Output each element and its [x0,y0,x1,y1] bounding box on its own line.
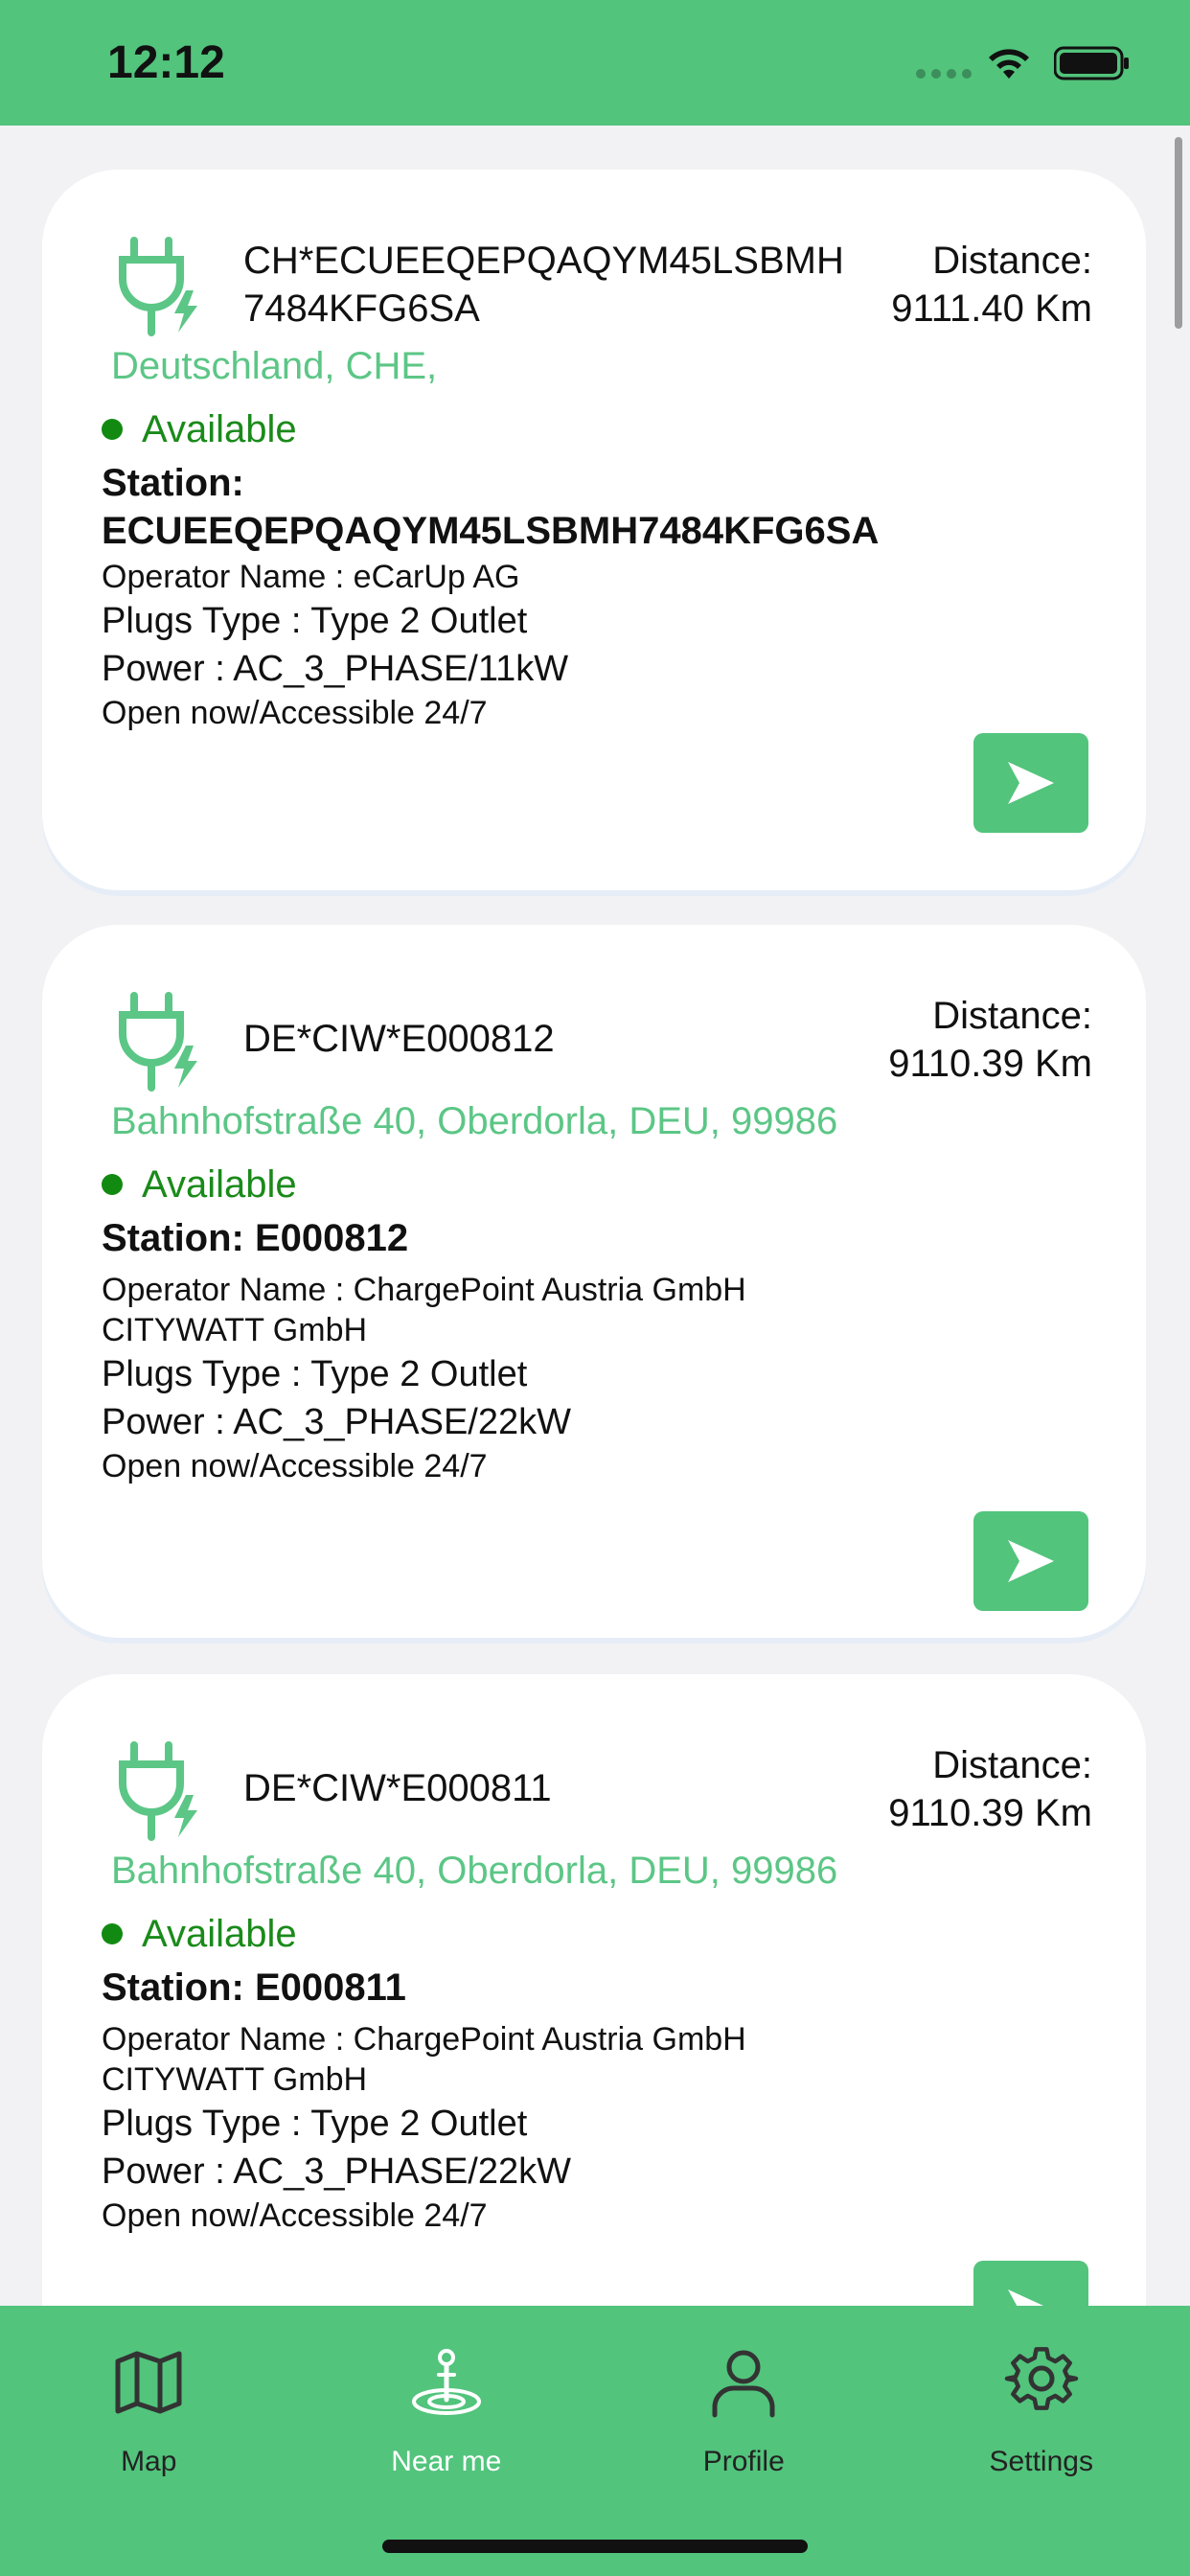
station-details: Operator Name : eCarUp AG Plugs Type : T… [102,557,1060,733]
station-id: CH*ECUEEQEPQAQYM45LSBMH 7484KFG6SA [243,240,844,330]
status-dot-icon [102,1923,123,1944]
station-card[interactable]: CH*ECUEEQEPQAQYM45LSBMH 7484KFG6SA Dista… [42,170,1146,890]
station-details: Operator Name : ChargePoint Austria GmbH… [102,2019,1060,2236]
station-address: Deutschland, CHE, [111,345,438,387]
navigate-arrow-icon [1008,762,1054,804]
tab-settings[interactable]: Settings [893,2306,1190,2576]
profile-icon [712,2350,775,2418]
tab-bar: Map Near me Profile Settings [0,2306,1190,2576]
map-icon [115,2351,182,2414]
plugs-type: Plugs Type : Type 2 Outlet [102,601,528,641]
near-me-icon [411,2349,481,2415]
operator-name: Operator Name : eCarUp AG [102,559,520,595]
battery-icon [1054,46,1129,80]
operator-name-cont: CITYWATT GmbH [102,2061,368,2098]
station-address: Bahnhofstraße 40, Oberdorla, DEU, 99986 [111,1850,838,1892]
availability-status: Available [102,1161,297,1208]
plugs-type: Plugs Type : Type 2 Outlet [102,1354,528,1394]
cellular-signal-icon [916,69,972,79]
station-id: DE*CIW*E000812 [243,1018,555,1060]
opening-hours: Open now/Accessible 24/7 [102,695,488,731]
station-name: Station: E000812 [102,1217,409,1259]
status-dot-icon [102,419,123,440]
status-dot-icon [102,1174,123,1195]
gear-icon [1004,2347,1079,2410]
ev-plug-icon [119,1741,197,1841]
wifi-icon [989,49,1029,79]
navigate-arrow-icon [1008,1540,1054,1582]
operator-name: Operator Name : ChargePoint Austria GmbH [102,1272,746,1308]
opening-hours: Open now/Accessible 24/7 [102,1448,488,1484]
operator-name-cont: CITYWATT GmbH [102,1312,368,1348]
ev-plug-icon [119,237,197,336]
plugs-type: Plugs Type : Type 2 Outlet [102,2104,528,2144]
tab-map[interactable]: Map [0,2306,298,2576]
tab-near-me[interactable]: Near me [298,2306,596,2576]
ev-plug-icon [119,992,197,1092]
status-time: 12:12 [107,37,225,88]
station-id: DE*CIW*E000811 [243,1767,552,1809]
distance: Distance: 9111.40 Km [891,240,1092,330]
navigate-button[interactable] [973,2261,1088,2306]
distance: Distance: 9110.39 Km [888,1744,1092,1834]
power: Power : AC_3_PHASE/11kW [102,649,569,689]
tab-profile[interactable]: Profile [595,2306,893,2576]
operator-name: Operator Name : ChargePoint Austria GmbH [102,2021,746,2058]
station-name: Station: E000811 [102,1966,406,2009]
power: Power : AC_3_PHASE/22kW [102,2151,571,2192]
status-bar: 12:12 [0,0,1190,126]
scrollbar[interactable] [1175,137,1182,329]
station-list[interactable]: CH*ECUEEQEPQAQYM45LSBMH 7484KFG6SA Dista… [0,126,1190,2306]
station-details: Operator Name : ChargePoint Austria GmbH… [102,1270,1060,1486]
availability-status: Available [102,1910,297,1958]
availability-status: Available [102,405,297,453]
station-address: Bahnhofstraße 40, Oberdorla, DEU, 99986 [111,1100,838,1142]
distance: Distance: 9110.39 Km [888,995,1092,1085]
power: Power : AC_3_PHASE/22kW [102,1402,571,1442]
opening-hours: Open now/Accessible 24/7 [102,2197,488,2234]
station-name: Station: ECUEEQEPQAQYM45LSBMH7484KFG6SA [102,462,880,552]
station-card[interactable]: DE*CIW*E000812 Distance: 9110.39 Km Bahn… [42,925,1146,1638]
station-card[interactable]: DE*CIW*E000811 Distance: 9110.39 Km Bahn… [42,1674,1146,2306]
navigate-button[interactable] [973,733,1088,833]
navigate-arrow-icon [1008,2289,1044,2306]
navigate-button[interactable] [973,1511,1088,1611]
home-indicator [382,2540,808,2553]
